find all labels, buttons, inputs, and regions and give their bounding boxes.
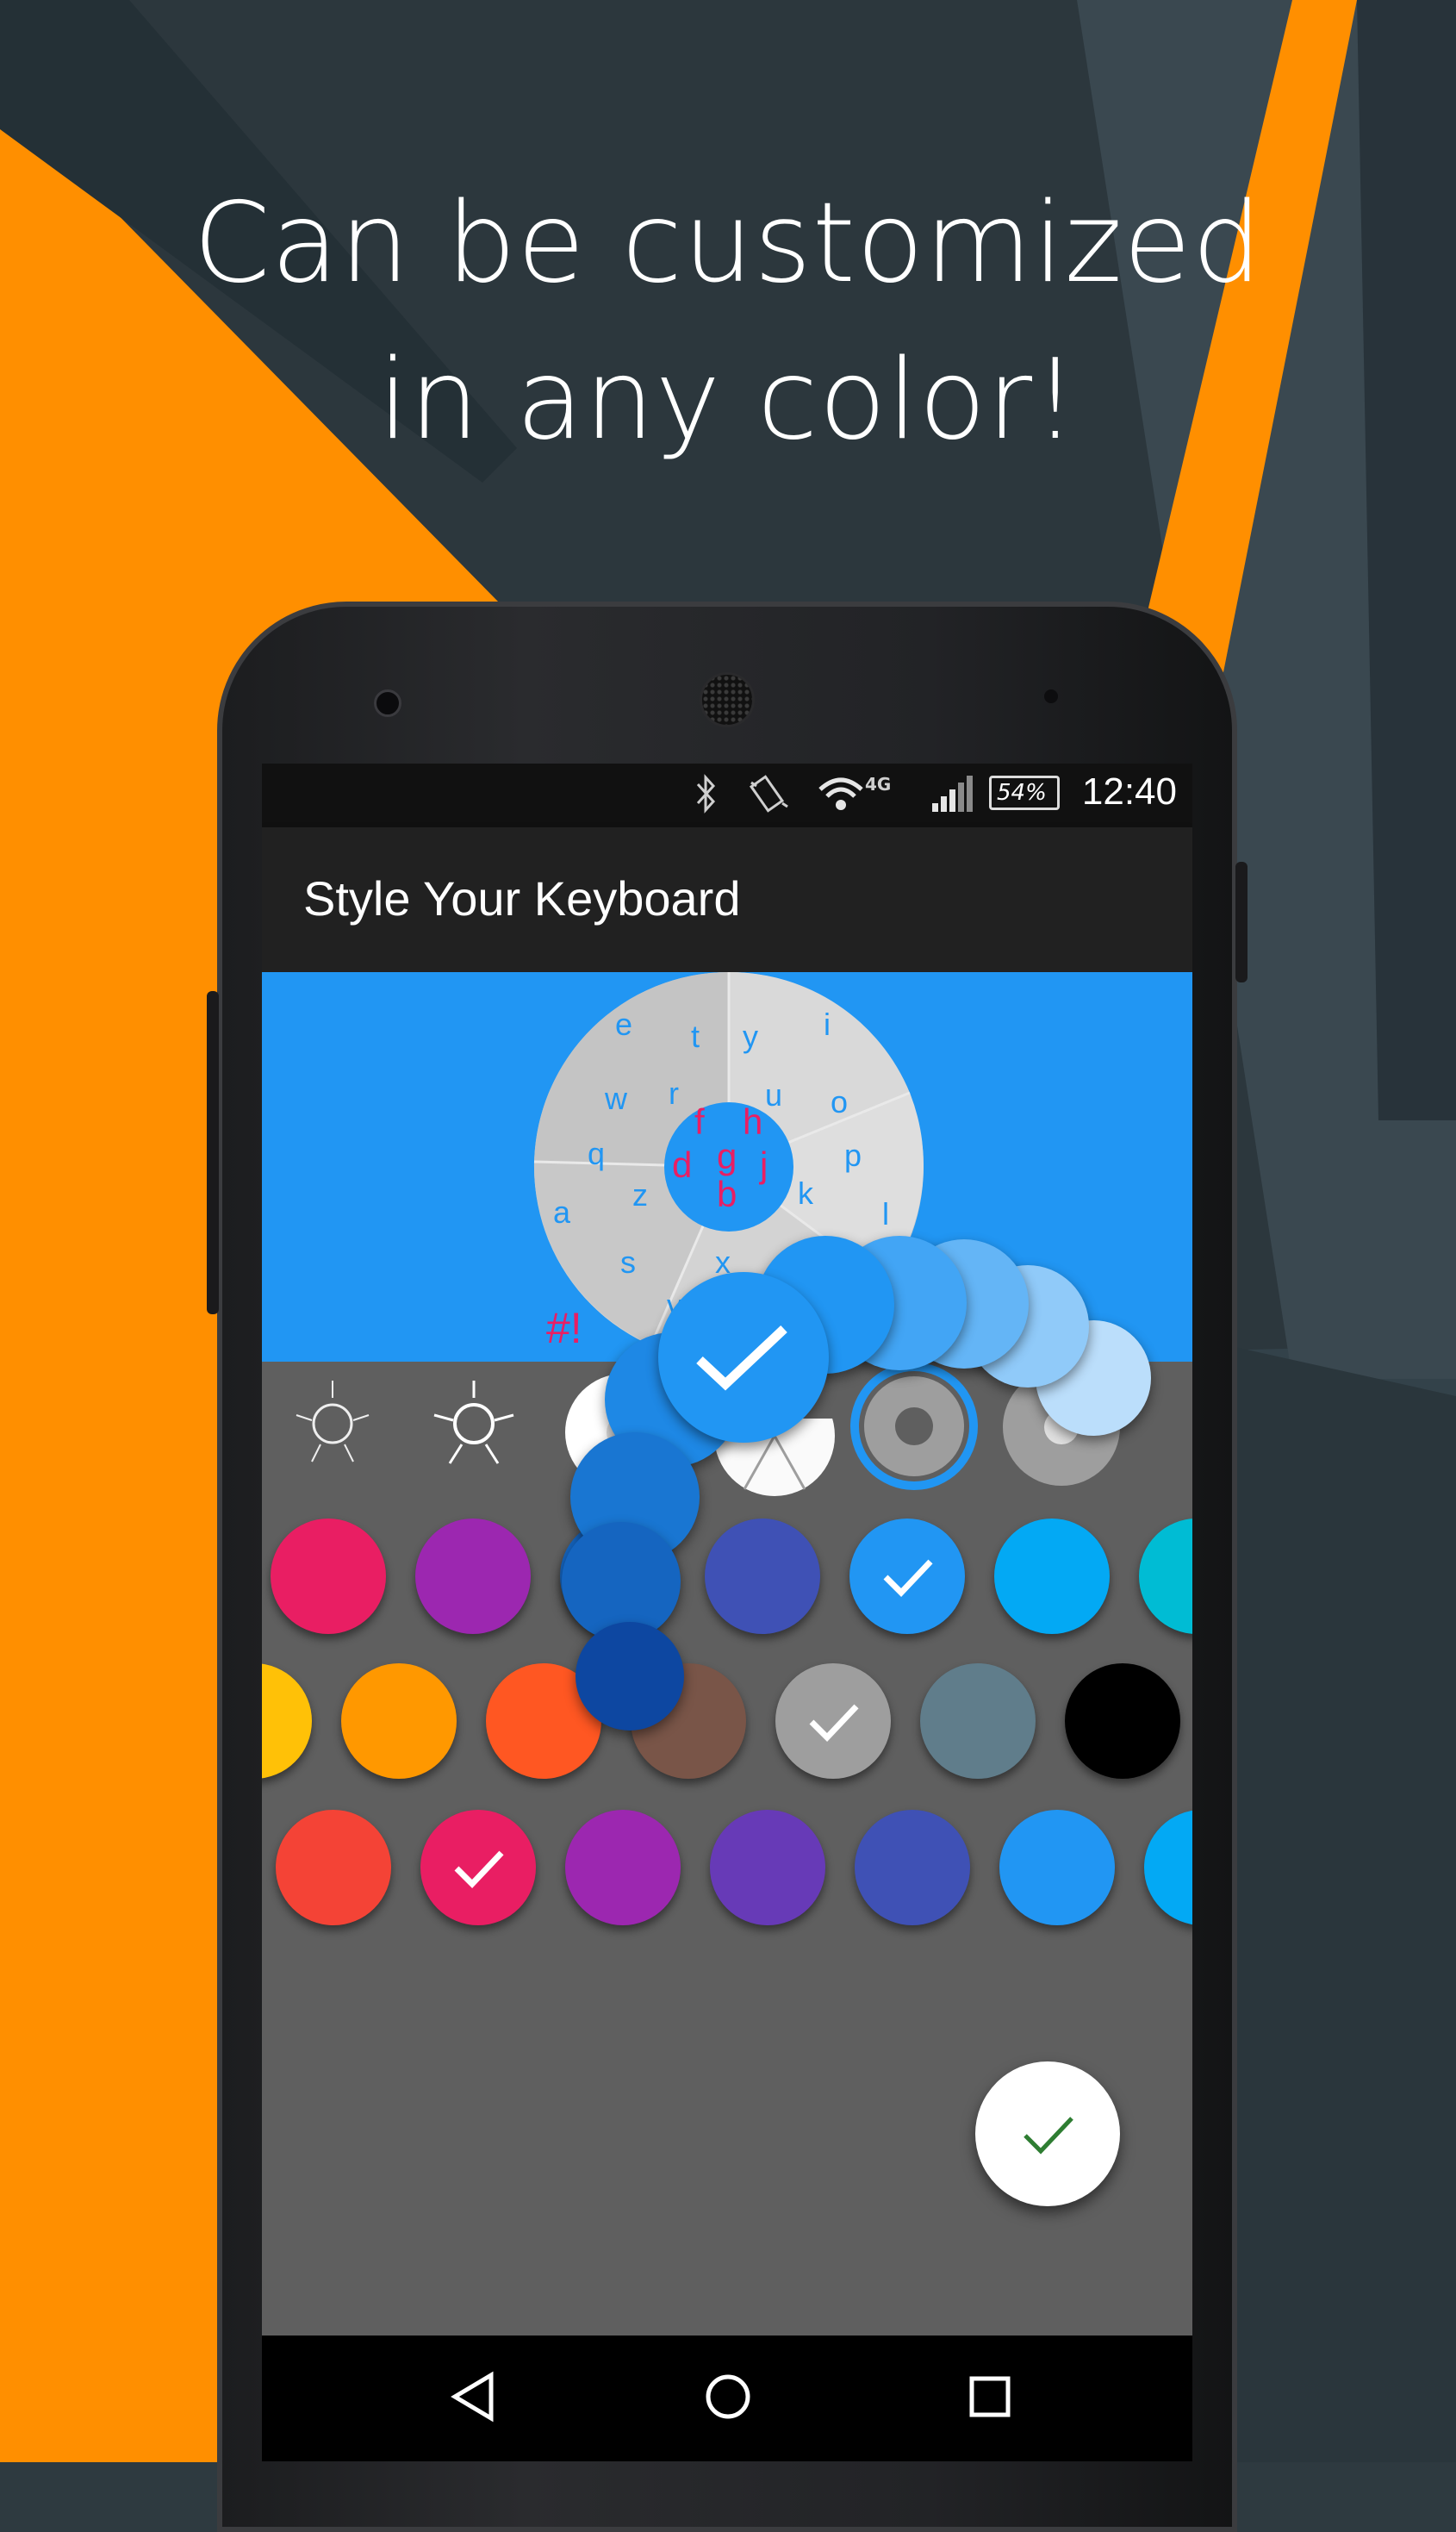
- color-swatch[interactable]: [271, 1519, 386, 1634]
- key-letter-center[interactable]: f: [694, 1101, 705, 1143]
- network-type-label: 4G: [865, 774, 892, 795]
- check-icon: [696, 1325, 787, 1391]
- color-swatch[interactable]: [1065, 1663, 1180, 1779]
- key-letter-center[interactable]: b: [717, 1174, 737, 1215]
- key-letter[interactable]: l: [882, 1196, 889, 1232]
- headline-line-1: Can be customized: [193, 179, 1263, 308]
- key-letter[interactable]: i: [824, 1007, 831, 1043]
- app-bar: Style Your Keyboard: [262, 827, 1192, 972]
- color-swatch[interactable]: [262, 1663, 312, 1779]
- confirm-button[interactable]: [975, 2061, 1120, 2206]
- color-swatch[interactable]: [849, 1519, 965, 1634]
- bluetooth-icon: [696, 774, 716, 814]
- key-letter[interactable]: q: [588, 1136, 605, 1172]
- color-swatch[interactable]: [775, 1663, 891, 1779]
- key-letter[interactable]: u: [765, 1077, 782, 1113]
- key-letter-center[interactable]: j: [760, 1144, 768, 1186]
- active-selection-bubble[interactable]: [658, 1272, 829, 1443]
- status-bar: 4G 54% 12:40: [262, 764, 1192, 827]
- volume-button: [207, 991, 219, 1314]
- navigation-bar: [262, 2336, 1192, 2461]
- key-letter[interactable]: p: [844, 1138, 862, 1174]
- back-icon[interactable]: [443, 2367, 503, 2427]
- wifi-icon: [818, 777, 863, 810]
- color-swatch[interactable]: [994, 1519, 1110, 1634]
- headline-line-2: in any color!: [377, 336, 1079, 465]
- color-swatch[interactable]: [420, 1810, 536, 1925]
- recents-icon[interactable]: [960, 2367, 1020, 2427]
- key-letter[interactable]: y: [743, 1019, 758, 1055]
- style-option-light-outline[interactable]: [281, 1372, 384, 1475]
- color-swatch[interactable]: [276, 1810, 391, 1925]
- phone-screen: 4G 54% 12:40 Style Your Keyboard e t y i…: [262, 764, 1192, 2461]
- key-letter[interactable]: z: [632, 1177, 648, 1213]
- key-letter[interactable]: a: [553, 1194, 570, 1231]
- check-icon: [809, 1704, 859, 1743]
- key-letter[interactable]: w: [605, 1081, 627, 1117]
- speaker-grille-icon: [700, 672, 755, 727]
- color-swatch[interactable]: [855, 1810, 970, 1925]
- home-icon[interactable]: [698, 2367, 758, 2427]
- key-letter[interactable]: k: [798, 1176, 813, 1212]
- color-swatch[interactable]: [920, 1663, 1036, 1779]
- color-swatch[interactable]: [705, 1519, 820, 1634]
- color-swatch[interactable]: [1144, 1810, 1192, 1925]
- color-swatch[interactable]: [1139, 1519, 1192, 1634]
- key-letter-center[interactable]: g: [717, 1136, 737, 1177]
- battery-icon: 54%: [989, 776, 1060, 810]
- color-swatch[interactable]: [565, 1810, 681, 1925]
- key-letter-center[interactable]: h: [743, 1101, 762, 1143]
- key-letter[interactable]: o: [831, 1084, 848, 1120]
- key-letter[interactable]: t: [691, 1019, 700, 1055]
- page-title: Style Your Keyboard: [303, 871, 741, 926]
- style-option-gray-wheel-selected[interactable]: [848, 1360, 980, 1493]
- color-swatch[interactable]: [999, 1810, 1115, 1925]
- check-icon: [454, 1850, 504, 1889]
- vibrate-icon: [749, 775, 788, 813]
- check-icon: [1024, 2117, 1073, 2155]
- style-option-light-outline-2[interactable]: [422, 1372, 526, 1475]
- key-letter-center[interactable]: d: [672, 1144, 692, 1186]
- battery-percent: 54%: [997, 780, 1047, 806]
- symbols-key[interactable]: #!: [546, 1303, 582, 1353]
- color-swatch[interactable]: [341, 1663, 457, 1779]
- key-letter[interactable]: e: [615, 1007, 632, 1043]
- proximity-sensor-icon: [1044, 689, 1058, 703]
- key-letter[interactable]: s: [620, 1244, 636, 1281]
- power-button: [1235, 862, 1248, 982]
- front-camera-icon: [374, 689, 401, 717]
- check-icon: [883, 1559, 933, 1598]
- color-swatch[interactable]: [710, 1810, 825, 1925]
- signal-icon: [932, 776, 973, 812]
- status-time: 12:40: [1081, 770, 1177, 813]
- trail-bubble: [576, 1622, 684, 1731]
- key-letter[interactable]: r: [669, 1076, 679, 1112]
- color-swatch[interactable]: [415, 1519, 531, 1634]
